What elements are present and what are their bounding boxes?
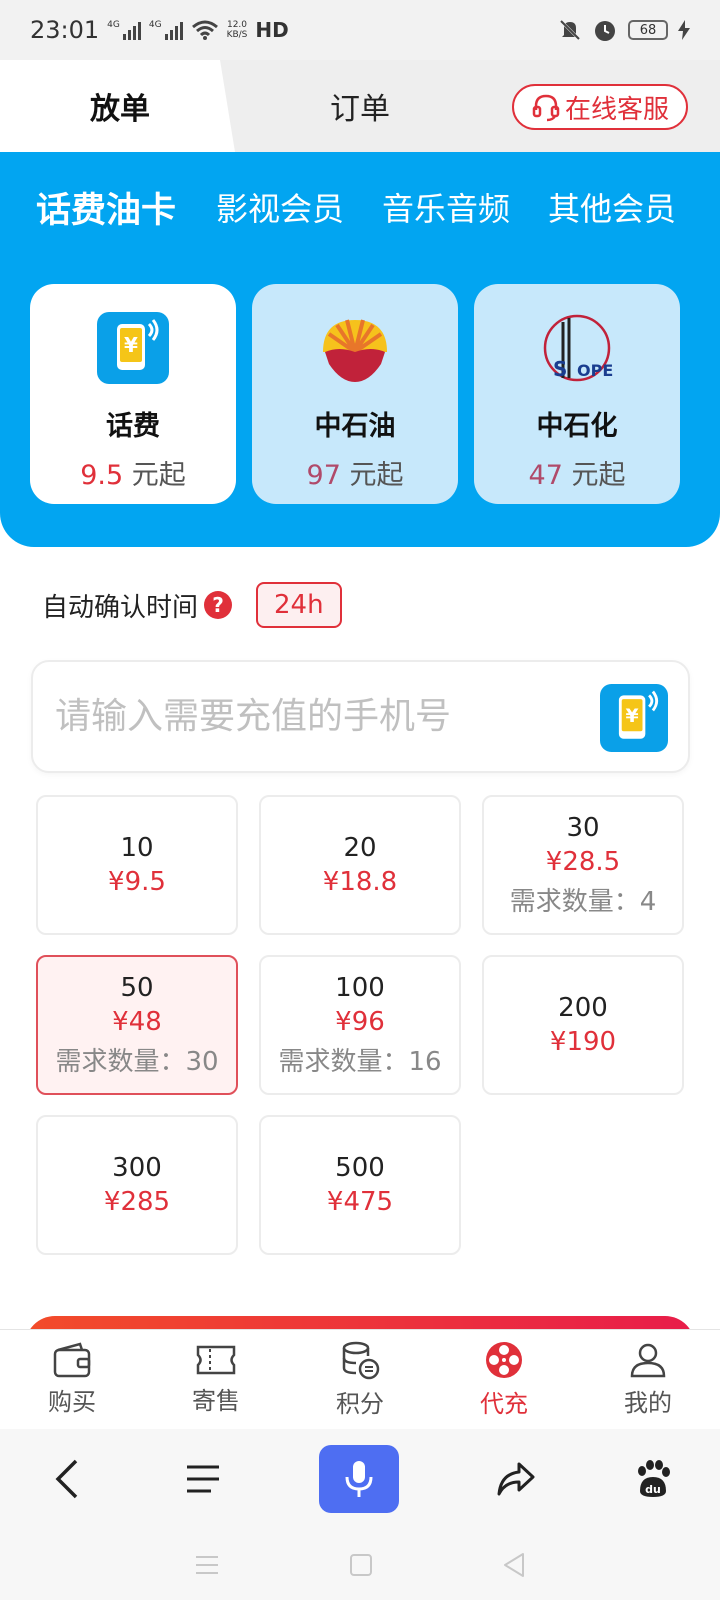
alarm-icon	[595, 21, 615, 41]
tab-phone-fuel[interactable]: 话费油卡	[36, 177, 176, 237]
wallet-icon	[53, 1342, 91, 1378]
top-tabs: 放单 订单 在线客服	[0, 60, 720, 152]
amount-option-10[interactable]: 10 ¥9.5	[36, 795, 238, 935]
microphone-icon	[345, 1461, 373, 1497]
svg-text:¥: ¥	[124, 333, 138, 357]
battery-icon: 68	[628, 20, 668, 40]
voice-search-button[interactable]	[318, 1445, 399, 1513]
phone-number-input[interactable]	[55, 662, 595, 771]
card-sinopec[interactable]: OPEC S 中石化 47 元起	[474, 284, 680, 504]
nav-item-buy[interactable]: 购买	[0, 1330, 144, 1429]
tab-place-order[interactable]: 放单	[30, 60, 210, 152]
card-price: 9.5 元起	[80, 460, 186, 491]
auto-confirm-label: 自动确认时间	[42, 592, 199, 623]
nav-item-consign[interactable]: 寄售	[144, 1330, 288, 1429]
amount-option-20[interactable]: 20 ¥18.8	[259, 795, 461, 935]
charging-icon	[678, 20, 690, 40]
nav-item-points[interactable]: 积分	[288, 1330, 432, 1429]
help-icon[interactable]: ?	[204, 591, 233, 619]
mute-bell-icon	[559, 19, 581, 41]
online-service-button[interactable]: 在线客服	[512, 84, 688, 130]
nav-item-recharge[interactable]: 代充	[432, 1330, 576, 1429]
product-cards: ¥ 话费 9.5 元起 中石油 97 元起 OPEC S	[30, 284, 692, 504]
card-title: 中石油	[314, 411, 396, 442]
back-arrow-icon[interactable]	[48, 1457, 88, 1501]
tab-orders[interactable]: 订单	[270, 60, 450, 152]
card-petrochina[interactable]: 中石油 97 元起	[252, 284, 458, 504]
home-icon[interactable]	[348, 1552, 374, 1578]
amount-option-100[interactable]: 100 ¥96 需求数量：16	[259, 955, 461, 1095]
film-reel-icon	[486, 1342, 522, 1378]
system-back-icon[interactable]	[501, 1551, 527, 1579]
petrochina-logo	[323, 319, 387, 382]
browser-toolbar: du	[0, 1429, 720, 1529]
online-service-label: 在线客服	[564, 94, 669, 125]
tab-music-audio[interactable]: 音乐音频	[382, 177, 510, 237]
phone-input-box: ¥	[31, 660, 690, 773]
tab-other-membership[interactable]: 其他会员	[548, 177, 676, 237]
phone-recharge-icon: ¥	[97, 312, 169, 384]
sinopec-logo: OPEC S	[543, 314, 613, 382]
cell-signal-icon: 4G	[107, 20, 141, 40]
amount-option-300[interactable]: 300 ¥285	[36, 1115, 238, 1255]
svg-text:OPEC: OPEC	[577, 361, 613, 380]
status-bar: 23:01 4G 4G 12.0 KB/S HD 68	[0, 0, 720, 60]
card-title: 中石化	[536, 411, 618, 442]
menu-icon[interactable]	[183, 1461, 223, 1497]
amount-option-30[interactable]: 30 ¥28.5 需求数量：4	[482, 795, 684, 935]
card-price: 97 元起	[306, 460, 404, 491]
wifi-icon	[191, 20, 218, 40]
net-speed: 12.0 KB/S	[226, 20, 248, 40]
card-price: 47 元起	[528, 460, 626, 491]
category-tabs: 话费油卡 影视会员 音乐音频 其他会员	[0, 177, 720, 237]
auto-confirm-time-badge[interactable]: 24h	[256, 582, 342, 628]
card-phone-bill[interactable]: ¥ 话费 9.5 元起	[30, 284, 236, 504]
amount-option-200[interactable]: 200 ¥190	[482, 955, 684, 1095]
svg-text:¥: ¥	[626, 705, 639, 727]
nav-item-mine[interactable]: 我的	[576, 1330, 720, 1429]
amount-option-50[interactable]: 50 ¥48 需求数量：30	[36, 955, 238, 1095]
category-panel: 话费油卡 影视会员 音乐音频 其他会员 ¥ 话费 9.5 元起 中石油 97 元…	[0, 152, 720, 547]
auto-confirm-row: 自动确认时间 ? 24h	[42, 580, 342, 630]
recent-apps-icon[interactable]	[193, 1553, 221, 1577]
baidu-paw-icon[interactable]: du	[632, 1459, 672, 1499]
hd-indicator: HD	[255, 18, 289, 42]
card-title: 话费	[106, 411, 160, 442]
amount-option-500[interactable]: 500 ¥475	[259, 1115, 461, 1255]
points-icon	[342, 1341, 380, 1380]
system-nav-bar	[0, 1529, 720, 1600]
phone-recharge-icon[interactable]: ¥	[600, 684, 668, 752]
headset-icon	[532, 94, 560, 122]
ticket-icon	[196, 1345, 236, 1375]
share-icon[interactable]	[495, 1460, 537, 1498]
svg-text:S: S	[553, 357, 567, 381]
cell-signal-icon: 4G	[149, 20, 183, 40]
user-icon	[630, 1343, 666, 1378]
tab-video-membership[interactable]: 影视会员	[216, 177, 344, 237]
status-time: 23:01	[30, 16, 100, 44]
svg-text:du: du	[645, 1483, 661, 1496]
bottom-nav: 购买 寄售 积分 代充 我的	[0, 1329, 720, 1429]
